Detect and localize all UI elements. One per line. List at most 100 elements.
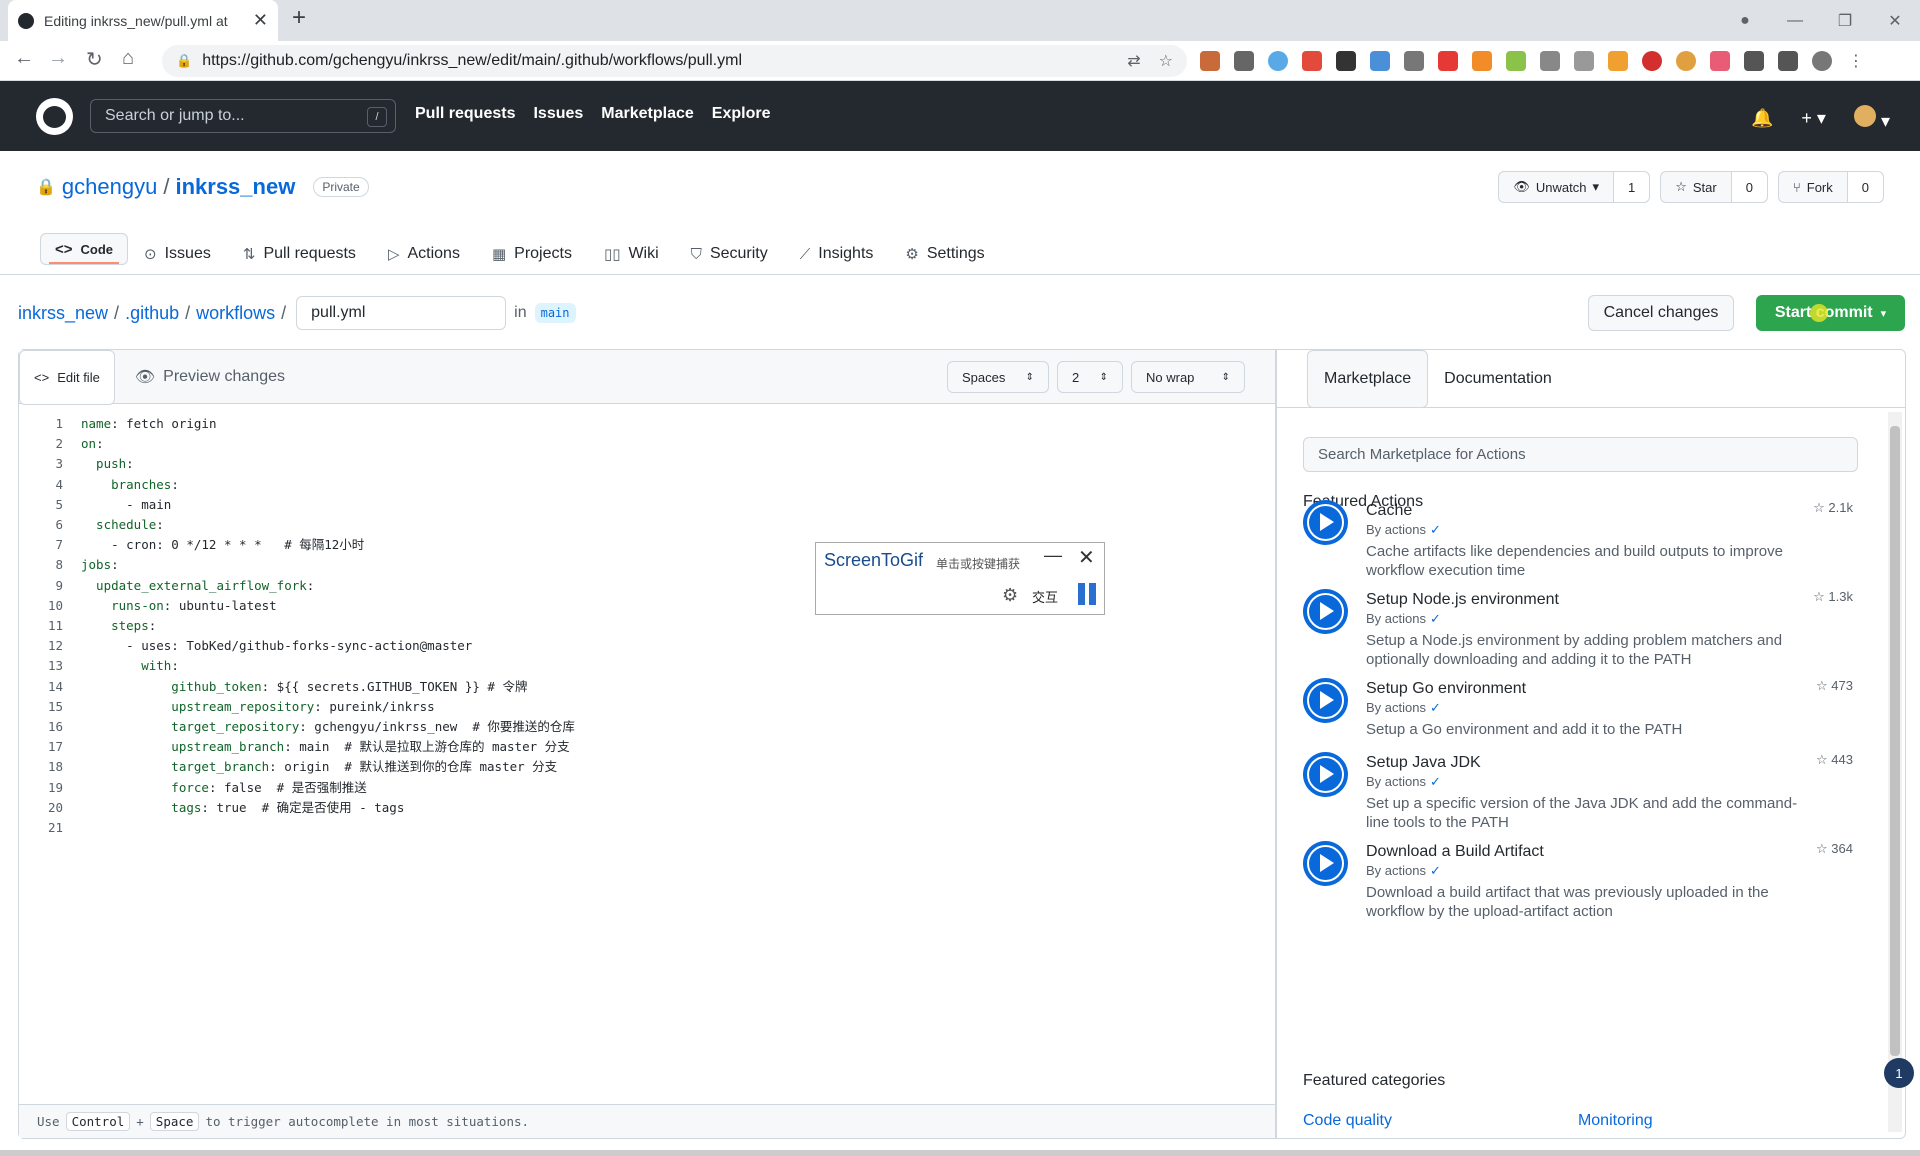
action-item[interactable]: Setup Node.js environment By actions ✓ Setu…: [1303, 589, 1863, 679]
user-menu[interactable]: ▾: [1853, 105, 1890, 132]
pause-icon[interactable]: [1078, 583, 1096, 605]
screentogif-subtitle: 单击或按键捕获: [936, 557, 1021, 571]
code-line: 21: [19, 818, 1275, 838]
cancel-changes-button[interactable]: Cancel changes: [1588, 295, 1734, 331]
indent-size-select[interactable]: 2 ⇕: [1057, 361, 1123, 393]
fork-button[interactable]: ⑂ Fork: [1779, 172, 1848, 202]
fork-count[interactable]: 0: [1847, 172, 1883, 202]
profile-icon[interactable]: ●: [1720, 12, 1770, 30]
line-number: 17: [47, 739, 63, 755]
action-item[interactable]: Setup Java JDK By actions ✓ Set up a specif…: [1303, 752, 1863, 842]
tab-pull-requests[interactable]: ⇅ Pull requests: [227, 233, 372, 275]
tab-code[interactable]: <> Code: [40, 233, 129, 265]
search-input[interactable]: Search or jump to... /: [90, 99, 396, 133]
gear-icon[interactable]: ⚙: [1002, 585, 1018, 606]
new-tab-icon[interactable]: +: [292, 4, 306, 32]
extension-icon[interactable]: [1404, 51, 1424, 71]
forward-icon[interactable]: →: [48, 47, 68, 70]
wrap-mode-select[interactable]: No wrap ⇕: [1131, 361, 1245, 393]
restore-icon[interactable]: ❐: [1820, 11, 1870, 31]
nav-pull-requests[interactable]: Pull requests: [415, 105, 515, 123]
action-item[interactable]: Download a Build Artifact By actions ✓ Down…: [1303, 841, 1863, 931]
watch-count[interactable]: 1: [1613, 172, 1650, 202]
code-area[interactable]: 1 name: fetch origin 2 on:3 push:4 branches…: [19, 414, 1275, 838]
extension-icon[interactable]: [1302, 51, 1322, 71]
footer-hint: to trigger autocomplete in most situatio…: [205, 1114, 530, 1129]
extension-icon[interactable]: [1642, 51, 1662, 71]
extension-icon[interactable]: [1506, 51, 1526, 71]
extension-icon[interactable]: [1574, 51, 1594, 71]
extension-icon[interactable]: [1472, 51, 1492, 71]
extensions-puzzle-icon[interactable]: [1744, 51, 1764, 71]
nav-marketplace[interactable]: Marketplace: [601, 105, 694, 123]
extension-icon[interactable]: [1234, 51, 1254, 71]
action-name[interactable]: Setup Node.js environment: [1366, 591, 1559, 609]
extension-icon[interactable]: [1336, 51, 1356, 71]
action-name[interactable]: Cache: [1366, 502, 1412, 520]
filename-input[interactable]: pull.yml: [296, 296, 507, 330]
bookmark-star-icon[interactable]: ☆: [1159, 51, 1173, 71]
tab-documentation[interactable]: Documentation: [1428, 350, 1568, 408]
extension-icon[interactable]: [1676, 51, 1696, 71]
browser-menu-icon[interactable]: ⋮: [1846, 51, 1866, 71]
extension-icon[interactable]: [1608, 51, 1628, 71]
translate-icon[interactable]: ⇄: [1127, 51, 1140, 71]
home-icon[interactable]: ⌂: [122, 47, 134, 70]
notification-count-badge[interactable]: 1: [1884, 1058, 1914, 1088]
start-commit-button[interactable]: Start commit ▾: [1756, 295, 1905, 331]
breadcrumb-github[interactable]: .github: [125, 303, 179, 324]
extension-icon[interactable]: [1710, 51, 1730, 71]
tab-projects[interactable]: ▦ Projects: [476, 233, 588, 275]
extension-icon[interactable]: [1370, 51, 1390, 71]
back-icon[interactable]: ←: [14, 47, 34, 70]
category-monitoring[interactable]: Monitoring: [1578, 1112, 1653, 1130]
tab-settings[interactable]: ⚙ Settings: [889, 233, 1000, 275]
close-tab-icon[interactable]: ✕: [253, 10, 268, 31]
repo-name-link[interactable]: inkrss_new: [175, 174, 295, 200]
address-bar[interactable]: 🔒 https://github.com/gchengyu/inkrss_new…: [162, 45, 1187, 77]
unwatch-button[interactable]: 👁 Unwatch ▾: [1499, 172, 1614, 202]
tab-actions[interactable]: ▷ Actions: [372, 233, 476, 275]
minimize-icon[interactable]: —: [1770, 12, 1820, 30]
browser-tab[interactable]: Editing inkrss_new/pull.yml at ✕: [8, 0, 278, 41]
tab-wiki[interactable]: ▯▯ Wiki: [588, 233, 675, 275]
breadcrumb-workflows[interactable]: workflows: [196, 303, 275, 324]
extension-icon[interactable]: [1540, 51, 1560, 71]
tab-insights[interactable]: ⟋ Insights: [784, 233, 890, 275]
category-code-quality[interactable]: Code quality: [1303, 1112, 1392, 1130]
create-new-icon[interactable]: + ▾: [1801, 108, 1826, 129]
indent-mode-select[interactable]: Spaces ⇕: [947, 361, 1049, 393]
action-name[interactable]: Download a Build Artifact: [1366, 843, 1544, 861]
action-name[interactable]: Setup Go environment: [1366, 680, 1526, 698]
screentogif-mode[interactable]: 交互: [1032, 587, 1058, 606]
extension-icon[interactable]: [1200, 51, 1220, 71]
action-stars: ☆ 443: [1816, 752, 1853, 768]
star-count[interactable]: 0: [1731, 172, 1767, 202]
tab-edit-file[interactable]: <> Edit file: [19, 350, 115, 405]
extension-icon[interactable]: [1268, 51, 1288, 71]
play-icon: [1303, 500, 1348, 545]
profile-avatar-icon[interactable]: [1812, 51, 1832, 71]
breadcrumb-root[interactable]: inkrss_new: [18, 303, 108, 324]
tab-security[interactable]: ⛉ Security: [675, 233, 784, 275]
reload-icon[interactable]: ↻: [86, 47, 103, 72]
nav-issues[interactable]: Issues: [533, 105, 583, 123]
repo-owner-link[interactable]: gchengyu: [62, 174, 157, 200]
github-logo-icon[interactable]: [36, 98, 73, 135]
close-icon[interactable]: ✕: [1078, 545, 1095, 570]
star-button[interactable]: ☆ Star: [1661, 172, 1732, 202]
tab-issues[interactable]: ⊙ Issues: [128, 233, 227, 275]
action-name[interactable]: Setup Java JDK: [1366, 754, 1481, 772]
tab-marketplace[interactable]: Marketplace: [1307, 350, 1429, 408]
nav-explore[interactable]: Explore: [712, 105, 771, 123]
marketplace-search-input[interactable]: Search Marketplace for Actions: [1303, 437, 1858, 472]
tab-preview-changes[interactable]: 👁 Preview changes: [115, 350, 305, 404]
eye-icon: 👁: [1513, 179, 1530, 194]
action-item[interactable]: Cache By actions ✓ Cache artifacts like dep…: [1303, 500, 1863, 590]
sidebar-scroll-thumb[interactable]: [1890, 426, 1900, 1056]
bell-icon[interactable]: 🔔: [1751, 108, 1773, 129]
reading-list-icon[interactable]: [1778, 51, 1798, 71]
extension-icon[interactable]: [1438, 51, 1458, 71]
minimize-icon[interactable]: —: [1044, 545, 1062, 566]
close-window-icon[interactable]: ✕: [1870, 11, 1920, 31]
